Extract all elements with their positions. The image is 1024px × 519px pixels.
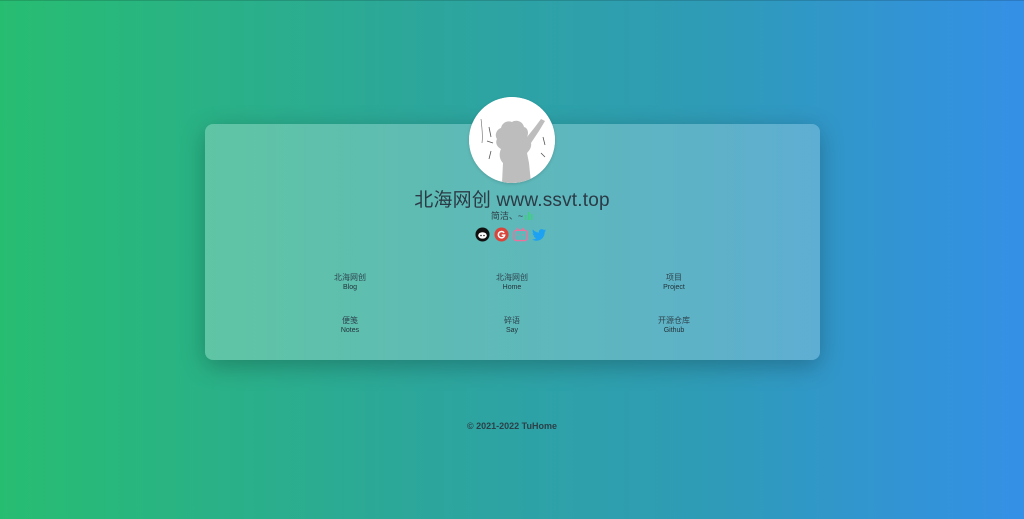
nav-link-project[interactable]: 项目 Project: [593, 273, 755, 291]
nav-link-label-cn: 便笺: [342, 316, 358, 325]
nav-link-label-cn: 碎语: [504, 316, 520, 325]
twitter-icon[interactable]: [532, 227, 547, 242]
nav-link-blog[interactable]: 北海网创 Blog: [269, 273, 431, 291]
nav-link-label-en: Project: [663, 284, 685, 291]
nav-link-label-en: Blog: [342, 284, 357, 291]
nav-link-home[interactable]: 北海网创 Home: [431, 273, 593, 291]
bilibili-icon[interactable]: [513, 227, 528, 242]
avatar: [469, 97, 555, 183]
nav-link-github[interactable]: 开源仓库 Github: [593, 316, 755, 334]
nav-link-notes[interactable]: 便笺 Notes: [269, 316, 431, 334]
nav-link-label-en: Say: [505, 327, 519, 334]
nav-link-say[interactable]: 碎语 Say: [431, 316, 593, 334]
nav-link-label-cn: 开源仓库: [658, 316, 690, 325]
nav-link-label-en: Home: [502, 284, 522, 291]
nav-link-label-cn: 项目: [666, 273, 682, 282]
tagline-text: 简洁、~: [490, 211, 524, 221]
music-bars-icon: [525, 212, 533, 222]
google-icon[interactable]: [494, 227, 509, 242]
nav-link-label-cn: 北海网创: [496, 273, 528, 282]
nav-links-grid: 北海网创 Blog 北海网创 Home 项目 Project 便笺 Notes …: [269, 273, 755, 334]
footer-copyright: © 2021-2022 TuHome: [466, 421, 557, 431]
social-links: [475, 227, 547, 242]
site-title: 北海网创 www.ssvt.top: [414, 190, 610, 211]
nav-link-label-cn: 北海网创: [334, 273, 366, 282]
site-tagline: 简洁、~: [0, 209, 1024, 222]
github-icon[interactable]: [475, 227, 490, 242]
nav-link-label-en: Github: [663, 327, 685, 334]
nav-link-label-en: Notes: [340, 327, 360, 334]
